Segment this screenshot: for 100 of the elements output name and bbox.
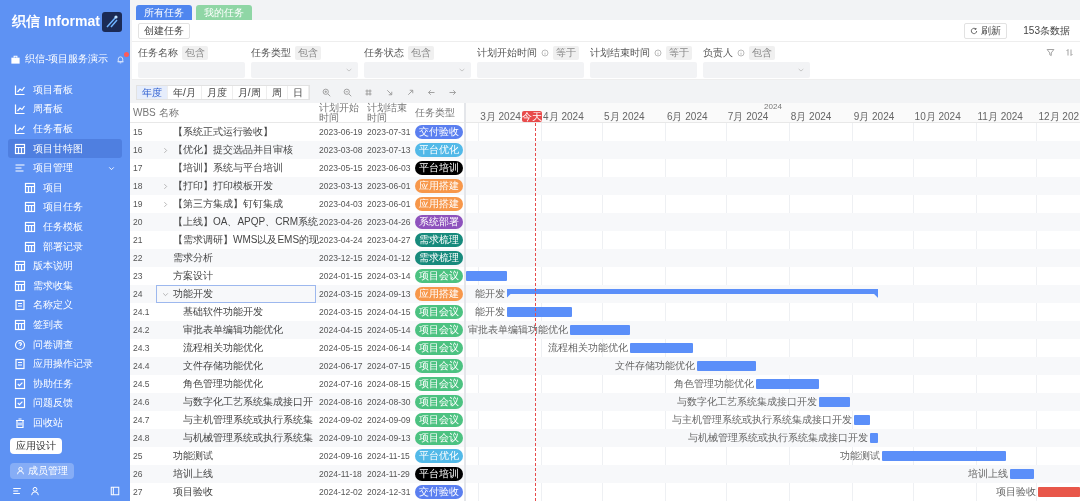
operator-tag[interactable]: 包含: [182, 45, 208, 60]
task-bar[interactable]: [756, 379, 820, 389]
type-tag: 需求梳理: [415, 251, 463, 265]
wbs-cell-text: 18: [132, 181, 144, 191]
sidebar-item[interactable]: 名称定义: [8, 295, 122, 316]
month-label: 12月 202: [1037, 111, 1079, 123]
operator-tag[interactable]: 包含: [408, 45, 434, 60]
caret-icon[interactable]: [161, 290, 169, 298]
sidebar-item[interactable]: 周看板: [8, 99, 122, 120]
arrow-left-icon[interactable]: [426, 88, 436, 97]
chevron-icon: [458, 66, 466, 74]
table-icon: [24, 240, 36, 253]
sidebar-item[interactable]: 应用操作记录: [8, 354, 122, 374]
panel-icon[interactable]: [110, 486, 120, 496]
sidebar-item[interactable]: 版本说明: [8, 256, 122, 276]
bell-icon[interactable]: [116, 54, 126, 64]
filter-label: 任务类型: [251, 45, 291, 60]
caret-icon[interactable]: [161, 200, 169, 208]
sidebar-item[interactable]: 回收站: [8, 413, 122, 433]
sidebar-item[interactable]: 签到表: [8, 315, 122, 335]
month-label: 6月 2024: [665, 111, 708, 123]
table-cell-text: 功能测试: [172, 449, 214, 463]
wbs-cell-text: 24.1: [132, 307, 151, 317]
month-label: 3月 2024: [479, 111, 521, 123]
filter-label: 计划结束时间: [590, 45, 650, 60]
table-icon: [14, 318, 26, 331]
sidebar-item[interactable]: 任务看板: [8, 119, 122, 139]
caret-icon[interactable]: [161, 146, 169, 154]
column-header: 任务类型: [414, 108, 456, 118]
table-cell-text: 2023-12-15: [318, 253, 364, 263]
tab[interactable]: 我的任务: [196, 5, 252, 20]
arrow-right-icon[interactable]: [447, 88, 457, 97]
table-cell: 【第三方集成】钉钉集成: [156, 195, 316, 213]
type-tag: 项目会议: [415, 377, 463, 391]
sidebar-item[interactable]: 项目管理: [8, 158, 122, 178]
sidebar-item[interactable]: 部署记录: [8, 236, 122, 257]
table-cell-text: 培训上线: [172, 467, 214, 481]
task-bar[interactable]: [853, 415, 870, 425]
sidebar-item[interactable]: 任务模板: [8, 217, 122, 237]
app-design-button[interactable]: 应用设计: [10, 437, 62, 454]
member-button[interactable]: 成员管理: [10, 462, 74, 479]
sidebar-item[interactable]: 协助任务: [8, 373, 122, 394]
table-cell-text: 2023-04-26: [318, 217, 364, 227]
sidebar-item[interactable]: 需求收集: [8, 275, 122, 296]
task-bar[interactable]: [630, 343, 694, 353]
sidebar-item[interactable]: 项目: [8, 177, 122, 198]
zoom-out-icon[interactable]: [342, 88, 352, 97]
month-label: 5月 2024: [603, 111, 645, 123]
arrow-down-right-icon[interactable]: [384, 88, 394, 97]
type-tag: 项目会议: [415, 413, 463, 427]
refresh-button[interactable]: 刷新: [964, 22, 1008, 39]
operator-tag[interactable]: 等于: [553, 45, 579, 60]
create-task-button[interactable]: 创建任务: [138, 22, 190, 39]
arrow-up-right-icon[interactable]: [405, 88, 415, 97]
task-bar[interactable]: [506, 307, 572, 317]
wbs-cell-text: 24.3: [132, 343, 151, 353]
select-field[interactable]: [703, 62, 810, 78]
bar-label: 流程相关功能优化: [548, 342, 629, 354]
column-header: WBS: [132, 108, 156, 118]
operator-tag[interactable]: 等于: [666, 45, 692, 60]
task-bar[interactable]: [1010, 469, 1035, 479]
type-tag: 平台培训: [415, 467, 463, 481]
scale-tab[interactable]: 年度: [137, 86, 168, 99]
sort-icon[interactable]: [1065, 48, 1074, 57]
table-cell-text: 2023-06-01: [366, 181, 412, 191]
task-bar[interactable]: [569, 325, 631, 335]
operator-tag[interactable]: 包含: [749, 45, 775, 60]
select-field[interactable]: [251, 62, 358, 78]
type-tag: 交付验收: [415, 125, 463, 139]
caret-icon[interactable]: [161, 182, 169, 190]
zoom-in-icon[interactable]: [321, 88, 331, 97]
list-icon[interactable]: [12, 486, 22, 496]
sidebar-item[interactable]: 项目任务: [8, 197, 122, 218]
bar-label: 文件存储功能优化: [615, 360, 696, 372]
table-cell-text: 审批表单编辑功能优化: [182, 323, 284, 337]
table-cell-text: 2023-07-31: [366, 127, 412, 137]
sidebar-item[interactable]: 问题反馈: [8, 393, 122, 414]
task-bar[interactable]: [869, 433, 879, 443]
select-field[interactable]: [364, 62, 471, 78]
task-bar[interactable]: [697, 361, 757, 371]
sidebar-item[interactable]: 项目看板: [8, 80, 122, 100]
bar-label: 能开发: [474, 288, 505, 300]
briefcase-icon: [10, 53, 21, 65]
table-cell-text: 与数字化工艺系统集成接口开: [182, 395, 314, 409]
summary-bar[interactable]: [506, 289, 879, 298]
wbs-cell-text: 21: [132, 235, 144, 245]
operator-tag[interactable]: 包含: [295, 45, 321, 60]
table-cell-text: 2023-03-08: [318, 145, 364, 155]
table-cell-text: 2024-08-15: [366, 379, 412, 389]
table-cell-text: 2024-01-15: [318, 271, 364, 281]
sidebar-item[interactable]: 项目甘特图: [8, 138, 122, 159]
person-icon[interactable]: [30, 486, 40, 496]
type-tag: 平台优化: [415, 143, 463, 157]
sidebar-item[interactable]: 问卷调查: [8, 334, 122, 355]
type-tag: 平台优化: [415, 449, 463, 463]
today-badge: 今天: [522, 111, 542, 122]
fit-icon[interactable]: [363, 88, 373, 97]
table-cell-text: 2023-06-03: [366, 163, 412, 173]
filter-icon[interactable]: [1046, 48, 1055, 57]
tab[interactable]: 所有任务: [136, 5, 192, 20]
